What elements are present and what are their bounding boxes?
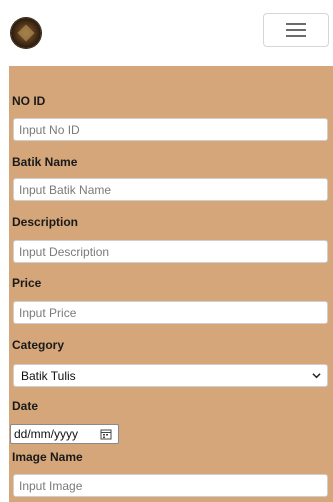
image-name-label: Image Name [12,450,83,464]
category-selected-value: Batik Tulis [21,368,76,383]
no-id-input[interactable] [13,118,328,141]
batik-name-input[interactable] [13,178,328,201]
description-label: Description [12,215,79,229]
batik-form: NO ID Batik Name Description Price Categ… [9,66,333,502]
image-name-input[interactable] [13,474,328,497]
calendar-icon[interactable] [100,428,112,440]
no-id-label: NO ID [12,94,46,108]
hamburger-menu-icon [286,23,306,37]
navbar-toggler-button[interactable] [263,13,329,47]
date-input[interactable]: dd/mm/yyyy [10,424,119,444]
batik-name-label: Batik Name [12,155,78,169]
price-input[interactable] [13,301,328,324]
description-input[interactable] [13,240,328,263]
price-label: Price [12,276,42,290]
navbar [0,0,333,66]
chevron-down-icon [312,373,321,379]
category-select[interactable]: Batik Tulis [13,364,328,387]
date-label: Date [12,399,39,413]
batik-logo-icon[interactable] [11,18,41,48]
category-label: Category [12,338,65,352]
date-value: dd/mm/yyyy [14,427,79,441]
